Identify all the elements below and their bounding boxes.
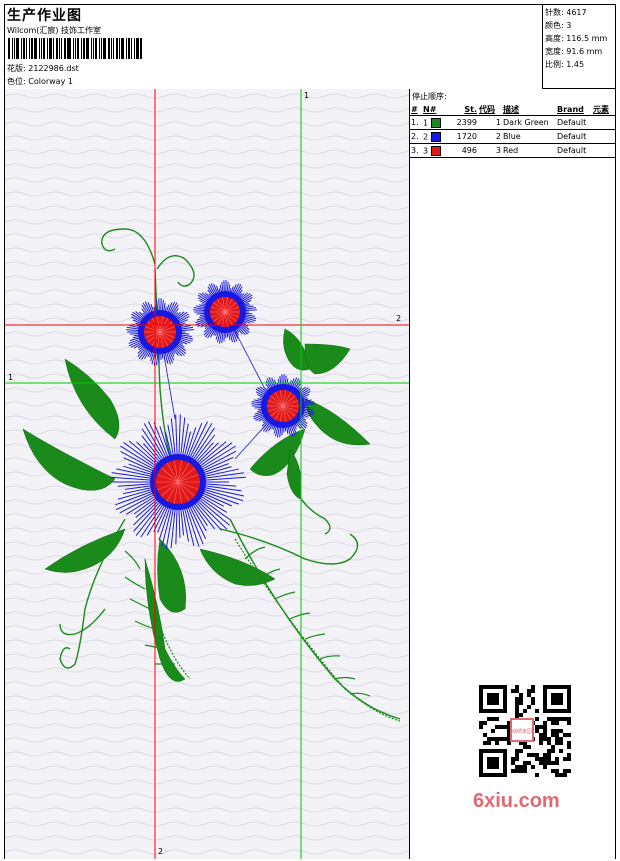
row-brand: Default xyxy=(556,115,592,130)
row-element xyxy=(592,115,615,130)
red-vertical-guide-label: 2 xyxy=(158,847,164,856)
table-row[interactable]: 1. 1 2399 1 Dark Green Default xyxy=(410,115,615,130)
panel-divider xyxy=(410,157,615,158)
color-swatch xyxy=(430,117,441,128)
table-header-row: # N# St. 代码 描述 Brand 元素 xyxy=(410,103,615,116)
row-code: 3 xyxy=(478,143,502,157)
color-swatch xyxy=(430,131,441,142)
col-index: # xyxy=(411,104,418,114)
row-element xyxy=(592,143,615,157)
row-code: 1 xyxy=(478,115,502,130)
green-vertical-guide-label: 1 xyxy=(304,91,310,100)
design-scale: 比例: 1.45 xyxy=(545,60,585,69)
design-file: 花版: 2122986.dst xyxy=(7,64,79,73)
row-description: Blue xyxy=(502,129,556,144)
studio-name: Wilcom(汇宸) 技饰工作室 xyxy=(7,26,102,35)
design-height: 高度: 116.5 mm xyxy=(545,34,608,43)
green-horizontal-guide-label: 1 xyxy=(8,373,14,382)
red-horizontal-guide-label: 2 xyxy=(396,314,402,323)
design-canvas[interactable]: 1 2 1 2 xyxy=(5,89,410,859)
row-brand: Default xyxy=(556,129,592,144)
qr-pattern: 线绣家园 xyxy=(479,685,571,777)
row-stitches: 2399 xyxy=(446,115,478,130)
sheet-header: 生产作业图 Wilcom(汇宸) 技饰工作室 花版: 2122986.dst 色… xyxy=(5,5,543,90)
col-description: 描述 xyxy=(503,104,519,114)
colorway-label: 色位: Colorway 1 xyxy=(7,77,73,86)
stitch-count: 针数: 4617 xyxy=(545,8,587,17)
row-description: Red xyxy=(502,143,556,157)
color-swatch xyxy=(430,145,441,156)
stop-sequence-title: 停止顺序: xyxy=(412,92,447,101)
row-index: 2. xyxy=(410,129,422,144)
design-width: 宽度: 91.6 mm xyxy=(545,47,603,56)
row-element xyxy=(592,129,615,144)
stop-sequence-table: # N# St. 代码 描述 Brand 元素 1. 1 2399 1 Dark Gr… xyxy=(410,103,615,157)
watermark: 6xiu.com xyxy=(473,790,560,812)
sheet-title: 生产作业图 xyxy=(7,8,82,24)
row-needle: 3 xyxy=(422,143,446,157)
table-row[interactable]: 2. 2 1720 2 Blue Default xyxy=(410,129,615,144)
table-row[interactable]: 3. 3 496 3 Red Default xyxy=(410,143,615,157)
row-code: 2 xyxy=(478,129,502,144)
col-needle: N# xyxy=(423,104,437,114)
row-index: 3. xyxy=(410,143,422,157)
row-needle: 1 xyxy=(422,115,446,130)
design-stats: 针数: 4617 颜色: 3 高度: 116.5 mm 宽度: 91.6 mm … xyxy=(542,5,615,89)
col-code: 代码 xyxy=(479,104,495,114)
row-stitches: 496 xyxy=(446,143,478,157)
row-needle: 2 xyxy=(422,129,446,144)
row-brand: Default xyxy=(556,143,592,157)
col-element: 元素 xyxy=(593,104,609,114)
col-brand: Brand xyxy=(557,104,584,114)
color-count: 颜色: 3 xyxy=(545,21,572,30)
col-stitches: St. xyxy=(464,104,477,114)
row-index: 1. xyxy=(410,115,422,130)
row-description: Dark Green xyxy=(502,115,556,130)
qr-badge-text: 线绣家园 xyxy=(512,728,532,735)
embroidery-preview xyxy=(5,89,409,859)
qr-code: 线绣家园 xyxy=(467,683,577,781)
barcode xyxy=(8,38,144,59)
row-stitches: 1720 xyxy=(446,129,478,144)
